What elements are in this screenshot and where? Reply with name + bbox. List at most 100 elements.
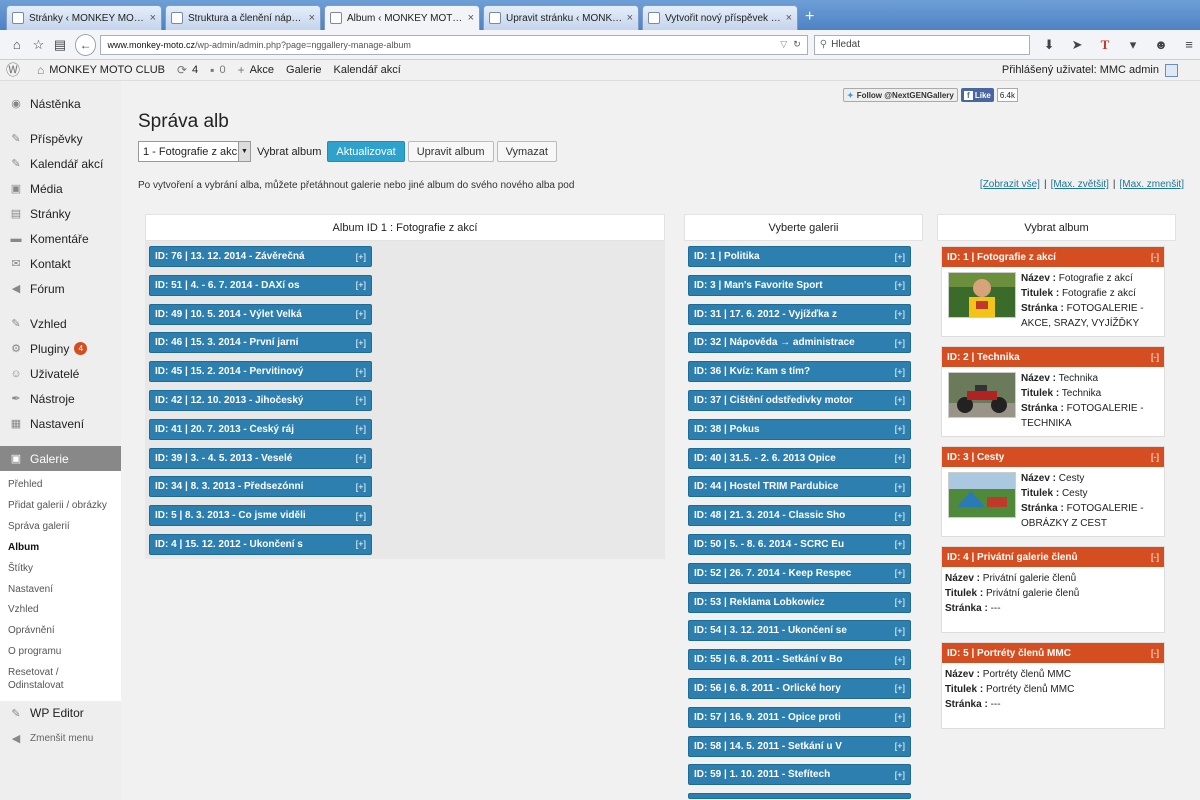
gallery-tile[interactable]: ID: 36 | Kvíz: Kam s tím? [+]	[688, 361, 911, 383]
gallery-link[interactable]: Galerie	[286, 64, 321, 76]
browser-tab[interactable]: Upravit stránku ‹ MONKEY M... ×	[483, 5, 639, 30]
expand-icon[interactable]: [+]	[356, 252, 366, 262]
updates-link[interactable]: ⟳ 4	[177, 63, 198, 77]
gallery-tile[interactable]: ID: 42 | 12. 10. 2013 - Jihočeský [+]	[149, 389, 372, 411]
album-card[interactable]: ID: 3 | Cesty [-] Název : Cesty Titulek : C…	[941, 446, 1165, 537]
album-card[interactable]: ID: 5 | Portréty členů MMC [-] Název : Por…	[941, 642, 1165, 729]
submenu-item[interactable]: Správa galerií	[0, 517, 121, 538]
expand-icon[interactable]: [+]	[356, 395, 366, 405]
max-zoom-in-link[interactable]: [Max. zvětšit]	[1051, 179, 1109, 190]
sidebar-item[interactable]: ☺ Uživatelé	[0, 361, 121, 386]
collapse-icon[interactable]: [-]	[1151, 352, 1159, 362]
gallery-tile[interactable]: ID: 52 | 26. 7. 2014 - Keep Respec [+]	[688, 562, 911, 584]
expand-icon[interactable]: [+]	[356, 453, 366, 463]
sidebar-item[interactable]: ▦ Nastavení	[0, 411, 121, 436]
reload-icon[interactable]: ↻	[793, 39, 801, 50]
browser-tab[interactable]: Album ‹ MONKEY MOTO CLUB... ×	[324, 5, 480, 30]
submenu-item[interactable]: Nastavení	[0, 580, 121, 601]
close-icon[interactable]: ×	[309, 12, 315, 24]
gallery-tile-partial[interactable]	[688, 793, 911, 800]
sidebar-item[interactable]: ✉ Kontakt	[0, 251, 121, 276]
expand-icon[interactable]: [+]	[895, 597, 905, 607]
expand-icon[interactable]: [+]	[356, 367, 366, 377]
gallery-tile[interactable]: ID: 76 | 13. 12. 2014 - Závěrečná [+]	[149, 246, 372, 267]
browser-tab[interactable]: Stránky ‹ MONKEY MOTO CLU... ×	[6, 5, 162, 30]
collapse-icon[interactable]: [-]	[1151, 648, 1159, 658]
calendar-link[interactable]: Kalendář akcí	[334, 64, 401, 76]
album-select[interactable]: 1 - Fotografie z akcí ▼	[138, 141, 251, 162]
album-card-header[interactable]: ID: 2 | Technika [-]	[942, 347, 1164, 367]
gallery-tile[interactable]: ID: 41 | 20. 7. 2013 - Český ráj [+]	[149, 418, 372, 440]
new-content-link[interactable]: + Akce	[238, 63, 274, 77]
sidebar-item[interactable]: ⚙ Pluginy 4	[0, 336, 121, 361]
bookmark-star-icon[interactable]: ☆	[28, 37, 50, 53]
close-icon[interactable]: ×	[468, 12, 474, 24]
expand-icon[interactable]: [+]	[356, 338, 366, 348]
sidebar-item[interactable]: ◀ Fórum	[0, 276, 121, 301]
album-card[interactable]: ID: 2 | Technika [-] Název : Technika Titul…	[941, 346, 1165, 437]
expand-icon[interactable]: [+]	[895, 770, 905, 780]
expand-icon[interactable]: [+]	[895, 655, 905, 665]
dropdown-arrow-icon[interactable]: ▽	[780, 39, 787, 50]
comments-link[interactable]: ▪ 0	[210, 63, 225, 77]
gallery-tile[interactable]: ID: 38 | Pokus [+]	[688, 418, 911, 440]
menu-icon[interactable]: ≡	[1178, 37, 1200, 53]
collapse-icon[interactable]: [-]	[1151, 452, 1159, 462]
site-name-link[interactable]: ⌂ MONKEY MOTO CLUB	[37, 63, 165, 77]
show-all-link[interactable]: [Zobrazit vše]	[980, 179, 1040, 190]
gallery-tile[interactable]: ID: 40 | 31.5. - 2. 6. 2013 Opice [+]	[688, 447, 911, 469]
submenu-item[interactable]: Vzhled	[0, 600, 121, 621]
sidebar-item[interactable]: ▣ Galerie	[0, 446, 121, 471]
submenu-item[interactable]: Přehled	[0, 475, 121, 496]
collapse-icon[interactable]: [-]	[1151, 252, 1159, 262]
gallery-tile[interactable]: ID: 32 | Nápověda → administrace [+]	[688, 332, 911, 354]
gallery-tile[interactable]: ID: 59 | 1. 10. 2011 - Štefítech [+]	[688, 764, 911, 786]
gallery-tile[interactable]: ID: 49 | 10. 5. 2014 - Výlet Velká [+]	[149, 303, 372, 325]
download-icon[interactable]: ⬇	[1038, 37, 1060, 53]
expand-icon[interactable]: [+]	[895, 712, 905, 722]
close-icon[interactable]: ×	[150, 12, 156, 24]
expand-icon[interactable]: [+]	[895, 626, 905, 636]
sidebar-item[interactable]: ✎ Vzhled	[0, 311, 121, 336]
expand-icon[interactable]: [+]	[356, 539, 366, 549]
gallery-tile[interactable]: ID: 39 | 3. - 4. 5. 2013 - Veselé [+]	[149, 447, 372, 469]
submenu-item[interactable]: O programu	[0, 642, 121, 663]
gallery-tile[interactable]: ID: 46 | 15. 3. 2014 - První jarní [+]	[149, 332, 372, 354]
collapse-menu-button[interactable]: ◀ Zmenšit menu	[0, 726, 121, 751]
gallery-tile[interactable]: ID: 34 | 8. 3. 2013 - Předsezónní [+]	[149, 476, 372, 498]
expand-icon[interactable]: [+]	[895, 741, 905, 751]
expand-icon[interactable]: [+]	[895, 568, 905, 578]
gallery-tile[interactable]: ID: 53 | Reklama Lobkowicz [+]	[688, 591, 911, 613]
new-tab-icon[interactable]: +	[805, 8, 814, 26]
sidebar-item[interactable]: ✎ Příspěvky	[0, 126, 121, 151]
gallery-tile[interactable]: ID: 37 | Čištění odstředivky motor [+]	[688, 389, 911, 411]
gallery-tile[interactable]: ID: 3 | Man's Favorite Sport [+]	[688, 274, 911, 296]
browser-tab[interactable]: Vytvořit nový příspěvek ‹ MO... ×	[642, 5, 798, 30]
expand-icon[interactable]: [+]	[895, 367, 905, 377]
submenu-item[interactable]: Oprávnění	[0, 621, 121, 642]
sidebar-item[interactable]: ✒ Nástroje	[0, 386, 121, 411]
album-card-header[interactable]: ID: 4 | Privátní galerie členů [-]	[942, 547, 1164, 567]
gallery-tile[interactable]: ID: 1 | Politika [+]	[688, 246, 911, 267]
gallery-tile[interactable]: ID: 45 | 15. 2. 2014 - Pervitinový [+]	[149, 361, 372, 383]
text-tool-icon[interactable]: T	[1094, 37, 1116, 53]
close-icon[interactable]: ×	[786, 12, 792, 24]
sidebar-item[interactable]: ✎ Kalendář akcí	[0, 151, 121, 176]
facebook-like-button[interactable]: f Like	[960, 88, 994, 102]
chat-icon[interactable]: ☻	[1150, 37, 1172, 53]
expand-icon[interactable]: [+]	[895, 511, 905, 521]
browser-search-box[interactable]: ⚲ Hledat	[813, 34, 1031, 55]
gallery-tile[interactable]: ID: 50 | 5. - 8. 6. 2014 - SCRC Eu [+]	[688, 533, 911, 555]
album-drop-area[interactable]: ID: 76 | 13. 12. 2014 - Závěrečná [+] ID: …	[145, 241, 665, 559]
gallery-tile[interactable]: ID: 58 | 14. 5. 2011 - Setkání u V [+]	[688, 735, 911, 757]
album-card-header[interactable]: ID: 1 | Fotografie z akcí [-]	[942, 247, 1164, 267]
sidebar-item[interactable]: ▬ Komentáře	[0, 226, 121, 251]
sidebar-item[interactable]: ◉ Nástěnka	[0, 91, 121, 116]
gallery-tile[interactable]: ID: 51 | 4. - 6. 7. 2014 - DAXí os [+]	[149, 274, 372, 296]
home-icon[interactable]: ⌂	[6, 37, 28, 52]
gallery-tile[interactable]: ID: 56 | 6. 8. 2011 - Orlické hory [+]	[688, 677, 911, 699]
max-zoom-out-link[interactable]: [Max. zmenšit]	[1120, 179, 1184, 190]
expand-icon[interactable]: [+]	[895, 309, 905, 319]
bookmarks-list-icon[interactable]: ▤	[49, 37, 71, 53]
expand-icon[interactable]: [+]	[895, 424, 905, 434]
